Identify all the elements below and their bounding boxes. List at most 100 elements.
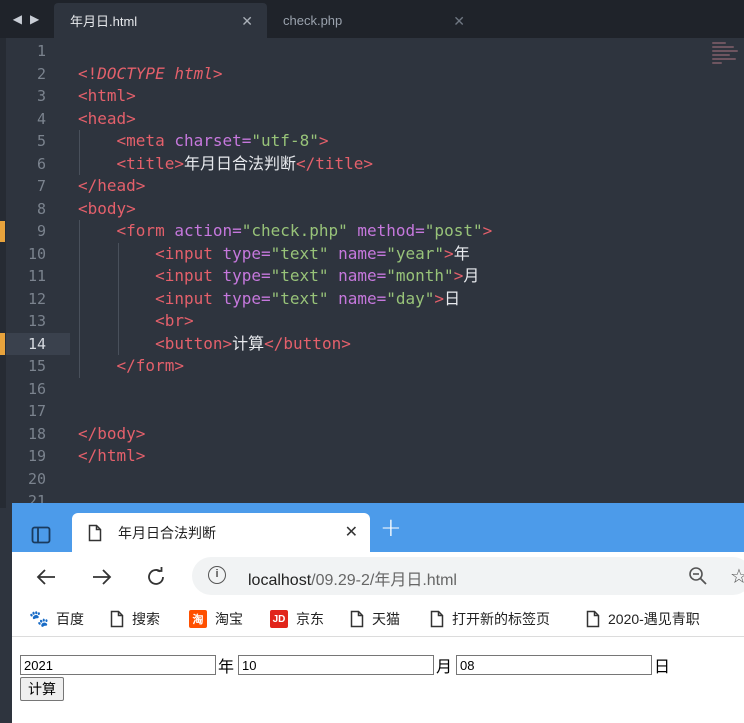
bookmark-qingzhi[interactable]: 2020-遇见青职 (586, 609, 700, 629)
arrow-left-icon (36, 569, 55, 585)
line-number: 20 (27, 469, 46, 488)
bookmark-label: 打开新的标签页 (452, 611, 550, 627)
bookmark-label: 2020-遇见青职 (608, 611, 700, 627)
close-icon[interactable]: ✕ (345, 522, 358, 541)
tab-left-arrow-icon[interactable]: ◀ (13, 12, 22, 26)
address-bar[interactable]: i localhost/09.29-2/年月日.html ☆ (192, 557, 744, 595)
code-line: <input type="text" name="day">日 (78, 287, 492, 310)
editor-tab-bar: ◀ ▶ 年月日.html ✕ check.php ✕ (0, 0, 744, 38)
star-icon[interactable]: ☆ (730, 564, 744, 588)
browser-tab-strip: 年月日合法判断 ✕ + (12, 503, 744, 552)
back-button[interactable] (32, 564, 60, 590)
tab-actions-button[interactable] (22, 518, 60, 552)
code-line: <html> (78, 86, 136, 105)
page-content: 年 月 日 计算 (12, 637, 744, 723)
calculate-button[interactable]: 计算 (20, 677, 64, 701)
code-line: <meta charset="utf-8"> (78, 130, 492, 153)
date-form: 年 月 日 (20, 653, 674, 677)
code-line: <body> (78, 198, 136, 218)
bookmark-label: 百度 (56, 611, 84, 627)
line-number: 17 (27, 402, 46, 420)
browser-tab[interactable]: 年月日合法判断 ✕ (72, 513, 370, 552)
zoom-out-icon[interactable] (688, 566, 708, 586)
minimap-line (712, 46, 734, 48)
tab-label: 年月日.html (70, 14, 138, 29)
code-line: <form action="check.php" method="post"> (78, 220, 492, 243)
line-number: 2 (36, 64, 46, 83)
line-number: 13 (27, 312, 46, 330)
page-icon (88, 524, 102, 542)
minimap-line (712, 54, 730, 56)
bookmark-search[interactable]: 搜索 (110, 609, 160, 629)
tab-php-file[interactable]: check.php ✕ (267, 3, 479, 38)
page-icon (110, 610, 124, 628)
line-number-current: 14 (6, 332, 70, 355)
close-icon[interactable]: ✕ (453, 13, 465, 30)
day-label: 日 (654, 659, 671, 676)
taobao-icon: 淘 (189, 610, 207, 628)
line-number: 11 (27, 267, 46, 285)
line-number: 12 (27, 289, 46, 308)
minimap-line (712, 58, 736, 60)
month-input[interactable] (238, 655, 435, 675)
bookmark-label: 搜索 (132, 611, 160, 627)
bookmark-taobao[interactable]: 淘 淘宝 (189, 609, 243, 629)
close-icon[interactable]: ✕ (241, 13, 253, 30)
line-number: 8 (36, 199, 46, 218)
minimap-line (712, 42, 726, 44)
day-input[interactable] (456, 655, 653, 675)
minimap-line (712, 62, 722, 64)
code-area[interactable]: <!DOCTYPE html> <html> <head> <meta char… (78, 40, 492, 468)
bookmark-label: 天猫 (372, 611, 400, 627)
bookmark-new-tab[interactable]: 打开新的标签页 (430, 609, 550, 629)
line-number: 6 (36, 154, 46, 173)
forward-button[interactable] (88, 564, 116, 590)
minimap-line (712, 50, 738, 52)
window-tabs-icon (31, 526, 51, 544)
bookmark-tmall[interactable]: 天猫 (350, 609, 400, 629)
line-number: 15 (27, 357, 46, 375)
browser-window: 年月日合法判断 ✕ + i localhost/09.29-2/年月日.html (12, 503, 744, 723)
bookmark-label: 淘宝 (215, 611, 243, 627)
code-line: <head> (78, 108, 136, 128)
line-number: 9 (36, 222, 46, 240)
page-icon (586, 610, 600, 628)
code-line: </html> (78, 446, 146, 465)
page-icon (350, 610, 364, 628)
baidu-icon: 🐾 (29, 611, 49, 628)
bookmark-label: 京东 (296, 611, 324, 627)
line-number: 18 (27, 424, 46, 443)
tab-right-arrow-icon[interactable]: ▶ (30, 12, 39, 26)
modified-line-marker (0, 221, 5, 242)
reload-button[interactable] (142, 564, 170, 590)
code-line: <input type="text" name="year">年 (78, 242, 492, 265)
jd-icon: JD (270, 610, 288, 628)
tab-html-file[interactable]: 年月日.html ✕ (54, 3, 267, 38)
bookmark-baidu[interactable]: 🐾 百度 (29, 609, 84, 629)
code-line: </form> (78, 355, 492, 378)
minimap[interactable] (712, 42, 742, 88)
code-line: <input type="text" name="month">月 (78, 265, 492, 288)
line-number-gutter: 1 2 3 4 5 6 7 8 9 10 11 12 13 14 15 16 1… (6, 40, 70, 513)
year-input[interactable] (20, 655, 216, 675)
browser-toolbar: i localhost/09.29-2/年月日.html ☆ (12, 552, 744, 602)
code-line-current: <button>计算</button> (78, 332, 492, 355)
new-tab-button[interactable]: + (380, 515, 402, 541)
line-number: 19 (27, 447, 46, 465)
line-number: 4 (36, 109, 46, 128)
code-line: <!DOCTYPE html> (78, 63, 223, 83)
code-line: <title>年月日合法判断</title> (78, 152, 492, 175)
address-url: localhost/09.29-2/年月日.html (248, 572, 457, 589)
year-label: 年 (218, 659, 235, 676)
tab-label: check.php (283, 13, 343, 28)
modified-line-marker (0, 333, 5, 355)
code-line: </head> (78, 176, 146, 195)
info-icon[interactable]: i (208, 566, 226, 584)
code-line: <br> (78, 310, 492, 333)
tab-navigation: ◀ ▶ (0, 0, 52, 38)
bookmark-jd[interactable]: JD 京东 (270, 609, 324, 629)
browser-tab-title: 年月日合法判断 (118, 525, 216, 541)
